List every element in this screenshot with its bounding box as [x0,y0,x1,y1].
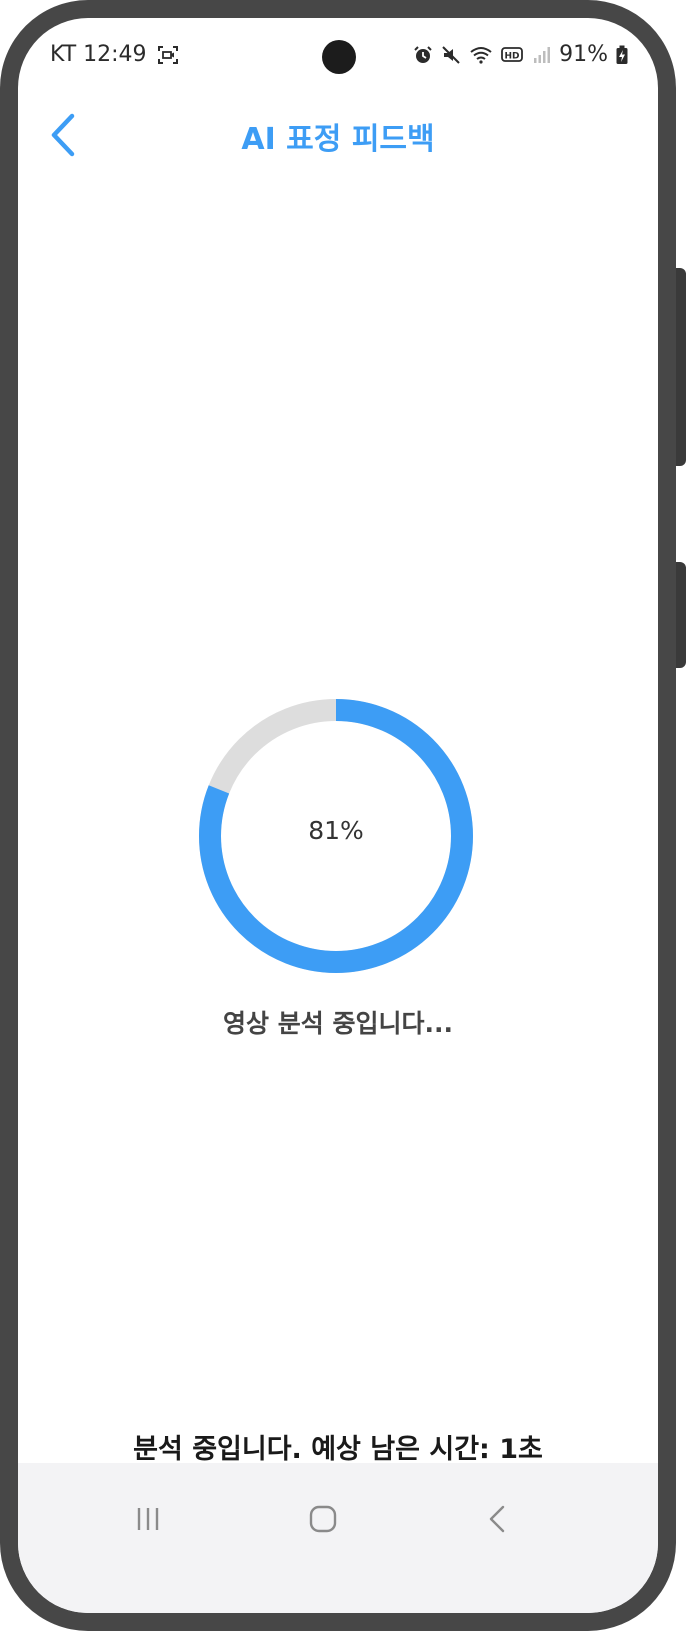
nav-back-button[interactable] [468,1489,528,1549]
battery-charging-icon [616,45,628,65]
carrier-time: KT 12:49 [50,42,147,67]
home-button[interactable] [293,1489,353,1549]
progress-percent: 81% [308,816,364,845]
wifi-icon [469,45,493,65]
system-nav-bar [18,1463,658,1613]
svg-text:HD: HD [505,51,520,61]
status-left: KT 12:49 [50,42,179,67]
recent-apps-icon [133,1504,163,1534]
screen: KT 12:49 HD 91% AI 표정 피드백 81% 영상 분석 중입니다… [18,18,658,1613]
front-camera [322,40,356,74]
power-button [676,562,686,668]
app-header: AI 표정 피드백 [18,102,658,168]
recent-apps-button[interactable] [118,1489,178,1549]
volume-button [676,268,686,466]
phone-frame: KT 12:49 HD 91% AI 표정 피드백 81% 영상 분석 중입니다… [0,0,686,1631]
back-icon [483,1504,513,1534]
status-right: HD 91% [413,42,628,67]
page-title: AI 표정 피드백 [241,122,435,157]
analyzing-label: 영상 분석 중입니다... [223,1009,453,1038]
progress-ring: 81% [188,688,484,984]
signal-icon [533,45,551,65]
mute-icon [441,45,461,65]
phone-bezel: KT 12:49 HD 91% AI 표정 피드백 81% 영상 분석 중입니다… [0,0,676,1631]
status-bar: KT 12:49 HD 91% [18,18,658,90]
alarm-icon [413,45,433,65]
screen-record-icon [157,45,179,65]
hd-icon: HD [501,45,525,65]
battery-percent: 91% [559,42,608,67]
home-icon [308,1504,338,1534]
remaining-time-label: 분석 중입니다. 예상 남은 시간: 1초 [133,1434,543,1465]
